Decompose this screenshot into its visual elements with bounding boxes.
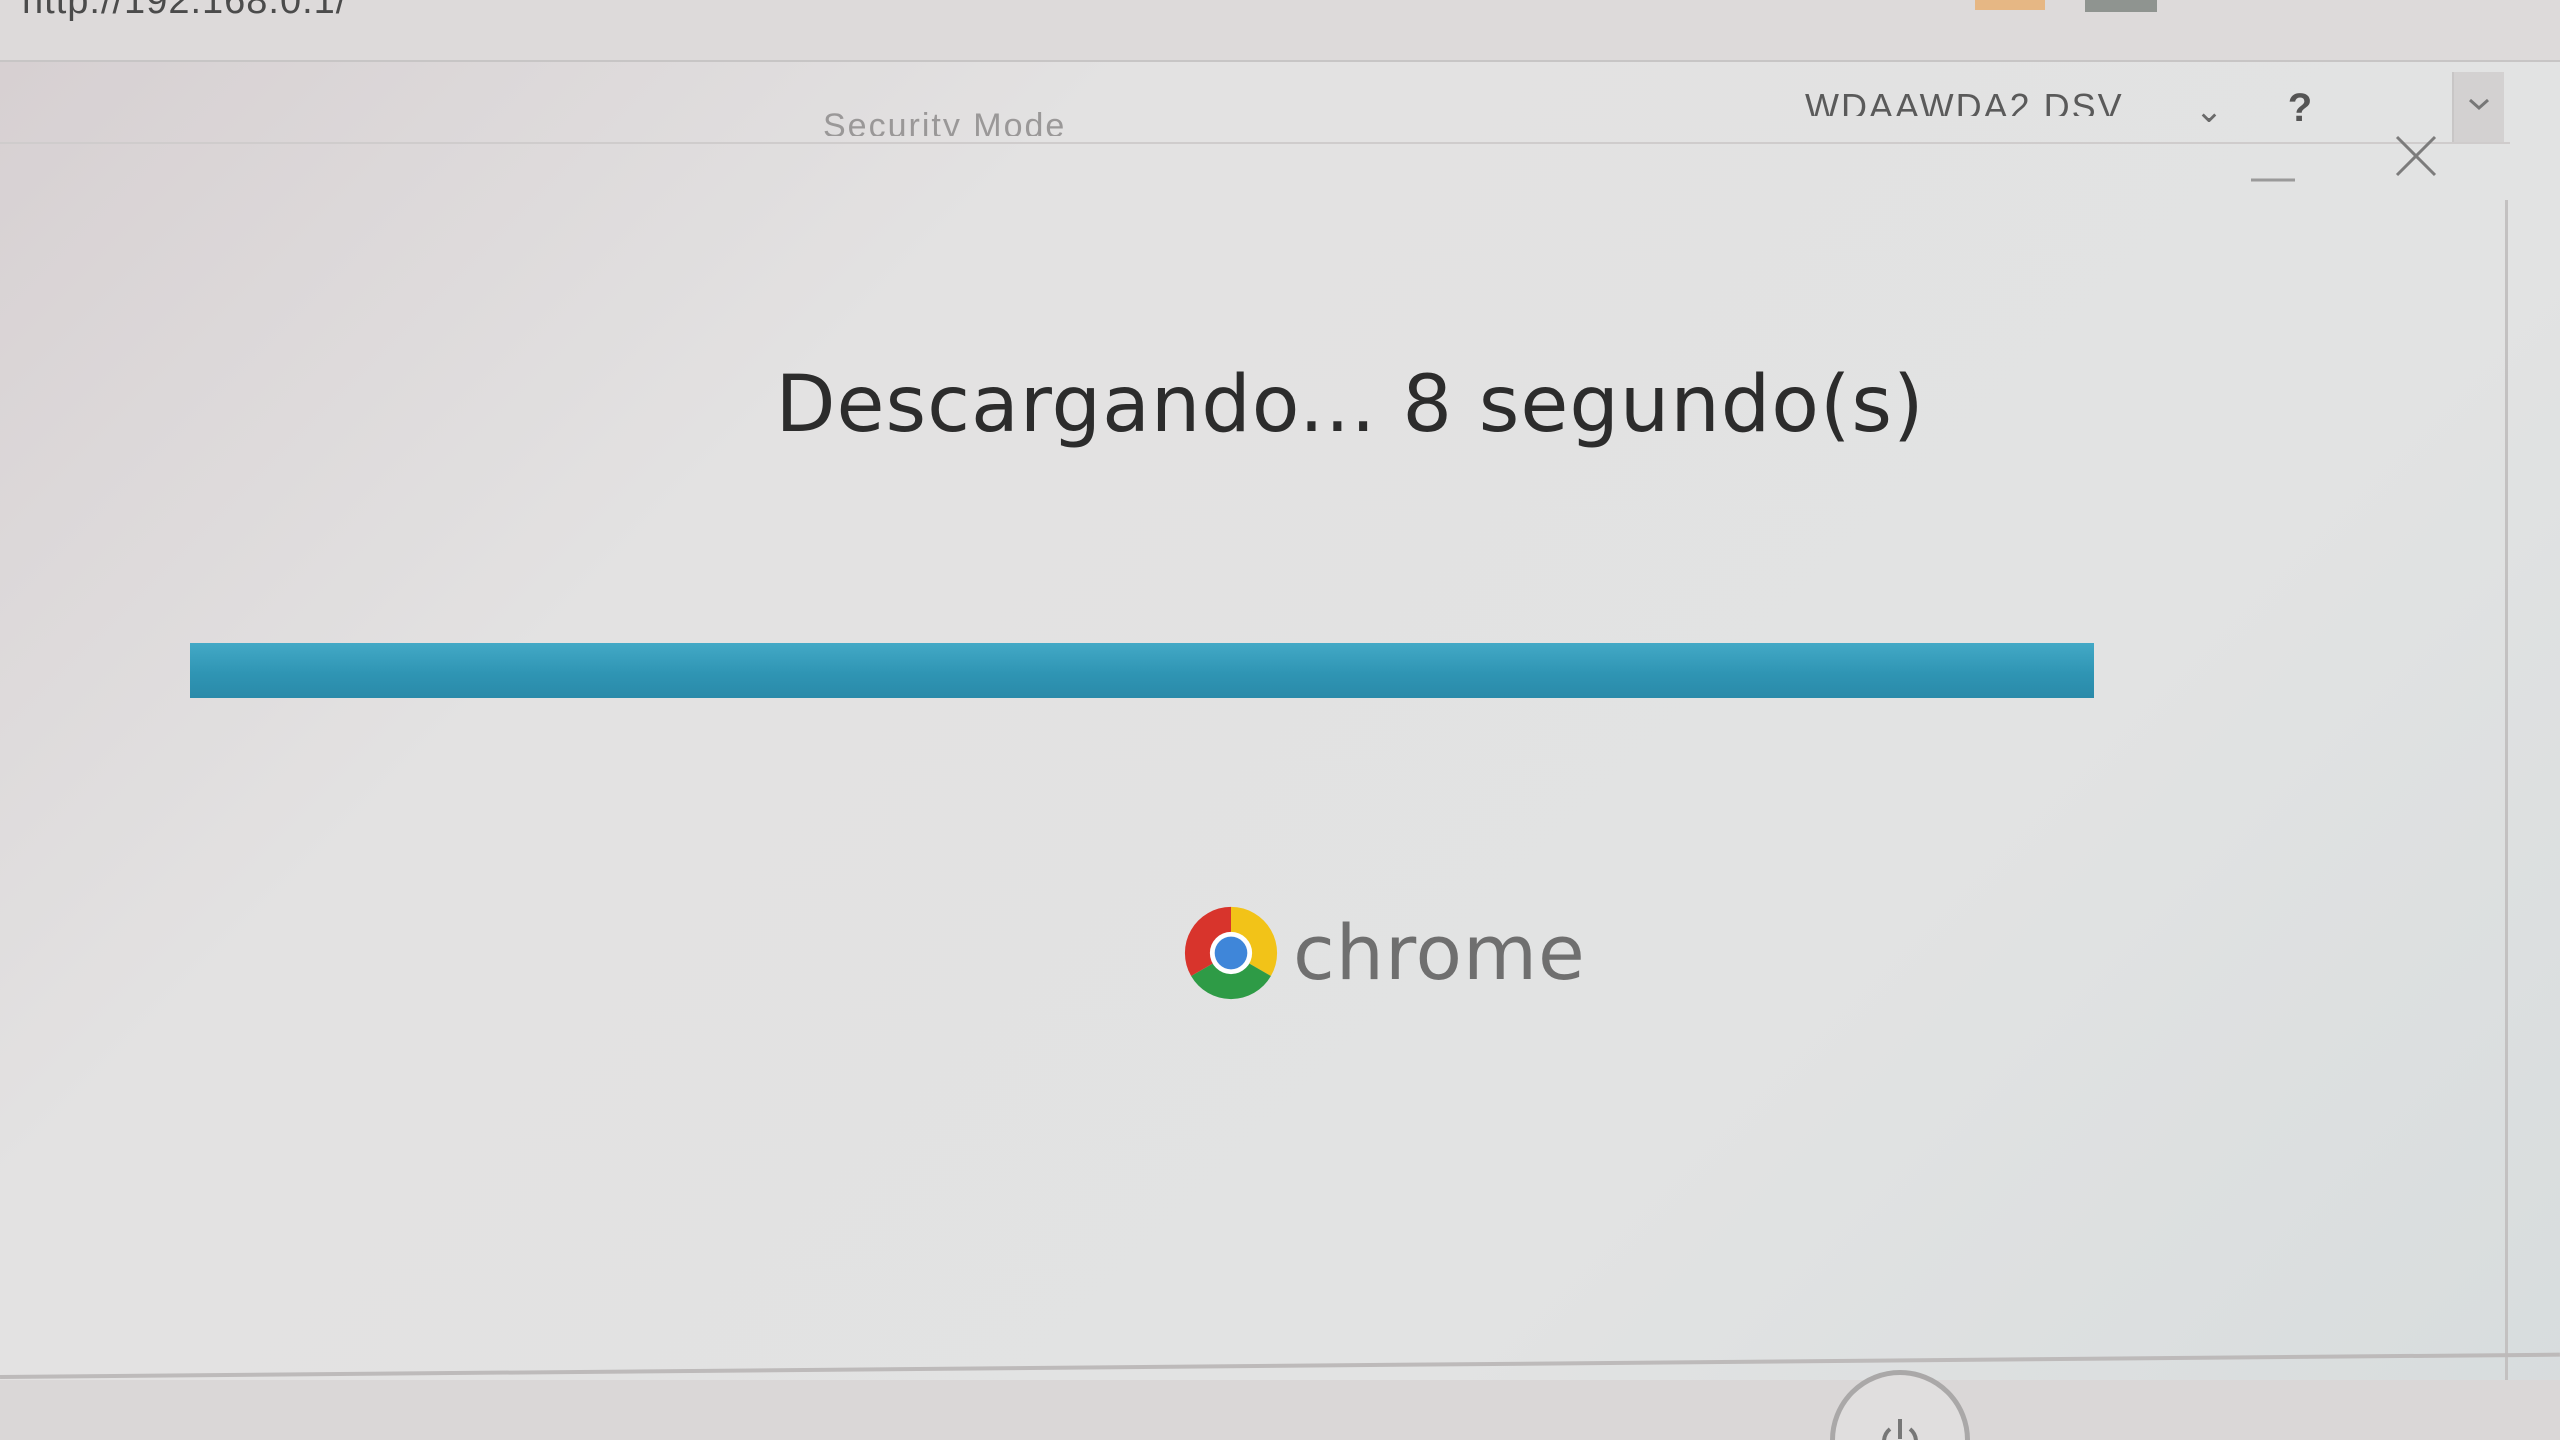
address-bar[interactable]: http://192.168.0.1/: [0, 0, 2560, 62]
tray-icon[interactable]: [2085, 0, 2157, 12]
download-progress-bar: [190, 643, 2094, 698]
minimize-button[interactable]: [2245, 155, 2301, 205]
security-mode-label[interactable]: Security Mode: [823, 106, 1066, 136]
chrome-logo-icon: [1184, 906, 1278, 1000]
model-selector[interactable]: WDAAWDA2 DSV: [1805, 82, 2124, 116]
close-icon: [2395, 135, 2437, 177]
dialog-bottom-border: [0, 1352, 2560, 1379]
progress-fill: [190, 643, 2094, 698]
minimize-icon: [2251, 178, 2295, 182]
chevron-down-icon[interactable]: ⌄: [2190, 92, 2228, 130]
download-status-text: Descargando... 8 segundo(s): [775, 360, 1925, 450]
close-button[interactable]: [2385, 125, 2447, 187]
screen: http://192.168.0.1/ Security Mode WDAAWD…: [0, 0, 2560, 1440]
download-dialog: [0, 150, 2500, 1350]
tray-icon[interactable]: [1975, 0, 2045, 10]
chevron-down-icon: [2469, 98, 2489, 111]
header-dropdown-button[interactable]: [2452, 72, 2504, 142]
brand-name: chrome: [1293, 908, 1586, 997]
url-text[interactable]: http://192.168.0.1/: [22, 0, 347, 23]
bottom-bar: [0, 1380, 2560, 1440]
router-header: Security Mode: [0, 62, 2510, 144]
power-icon: [1882, 1419, 1918, 1440]
help-button[interactable]: ?: [2280, 88, 2320, 128]
